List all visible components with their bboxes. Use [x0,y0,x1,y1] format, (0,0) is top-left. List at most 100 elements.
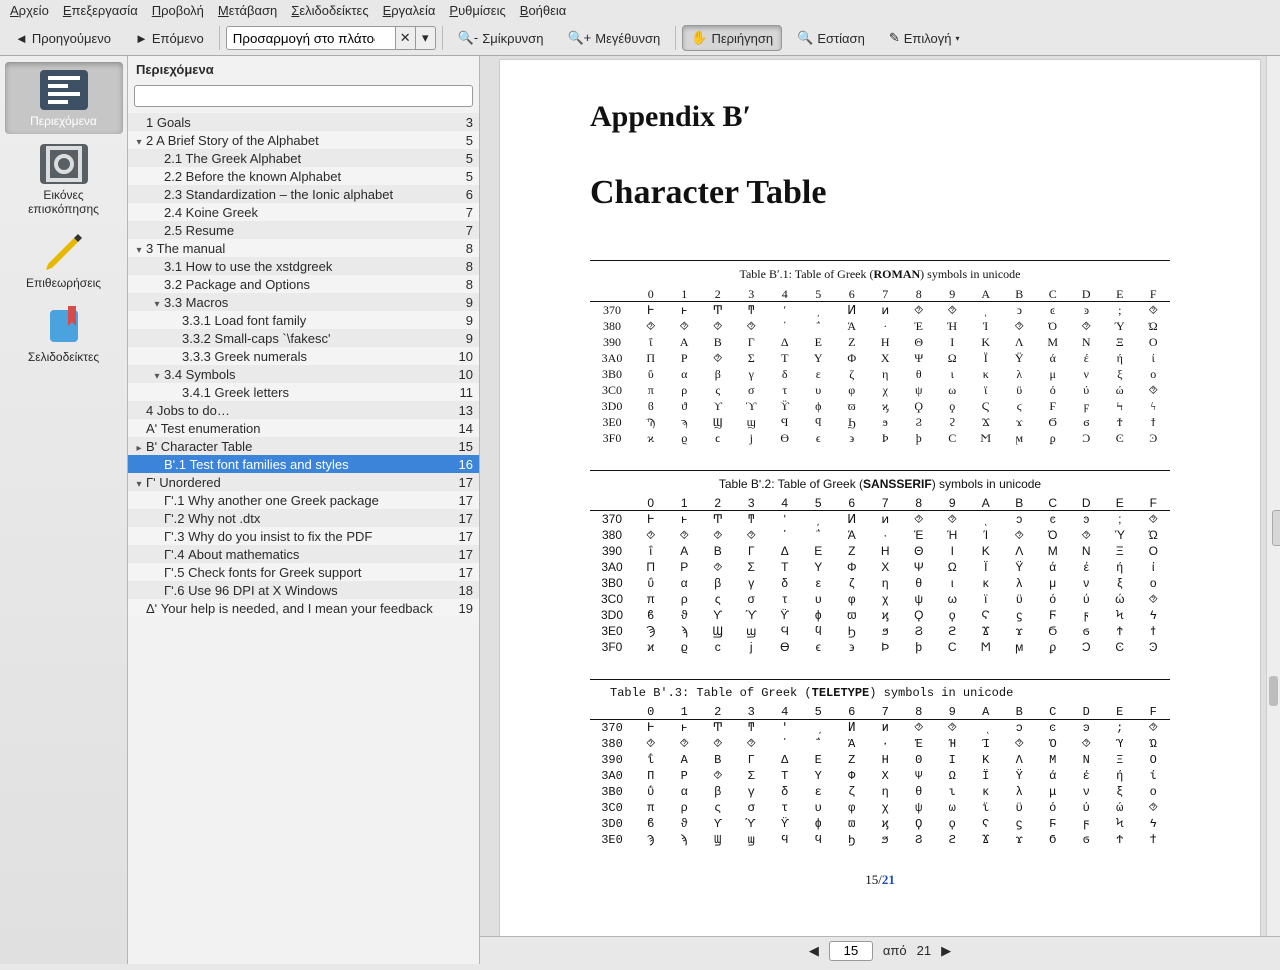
table1-caption: Table Bʹ.1: Table of Greek (ROMAN) symbo… [590,261,1170,286]
table3-caption: Table Bʹ.3: Table of Greek (TELETYPE) sy… [590,680,1170,704]
toc-item[interactable]: ▸Βʹ Character Table15 [128,437,479,455]
side-panel-handle[interactable] [1272,510,1280,546]
magnify-icon: 🔍 [797,30,813,46]
zoom-select[interactable]: ✕ ▾ [226,25,436,51]
browse-tool-button[interactable]: ✋ Περιήγηση [682,25,782,51]
prev-label: Προηγούμενο [32,31,111,46]
toc-item[interactable]: ▾2 A Brief Story of the Alphabet5 [128,131,479,149]
toc-item[interactable]: Αʹ Test enumeration14 [128,419,479,437]
toc-item[interactable]: Δʹ Your help is needed, and I mean your … [128,599,479,617]
page-prev-icon[interactable]: ◀ [809,943,819,959]
page: Appendix Bʹ Character Table Table Bʹ.1: … [500,60,1260,964]
toc-item[interactable]: ▾3.4 Symbols10 [128,365,479,383]
zoom-out-icon: 🔍- [458,30,479,46]
focus-tool-button[interactable]: 🔍 Εστίαση [788,25,874,51]
toc-item[interactable]: ▾3 The manual8 [128,239,479,257]
toc-item[interactable]: 3.3.3 Greek numerals10 [128,347,479,365]
hand-icon: ✋ [691,30,707,46]
tab-reviews-label: Επιθεωρήσεις [7,276,121,290]
toc-item[interactable]: ▾Γʹ Unordered17 [128,473,479,491]
menubar: Αρχείο Επεξεργασία Προβολή Μετάβαση Σελιδοδε… [0,0,1280,21]
menu-Ρυθμίσεις[interactable]: Ρυθμίσεις [449,3,505,18]
bookmark-icon [40,306,88,346]
tab-bookmarks[interactable]: Σελιδοδείκτες [5,298,123,370]
toc-tree[interactable]: 1 Goals3▾2 A Brief Story of the Alphabet… [128,113,479,964]
table2-caption: Table Bʹ.2: Table of Greek (SANSSERIF) s… [590,471,1170,495]
toc-item[interactable]: 2.5 Resume7 [128,221,479,239]
focus-label: Εστίαση [817,31,865,46]
toc-item[interactable]: Βʹ.1 Test font families and styles16 [128,455,479,473]
select-tool-button[interactable]: ✎ Επιλογή ▾ [880,25,969,51]
appendix-heading: Appendix Bʹ [590,100,1170,134]
toc-item[interactable]: 2.4 Koine Greek7 [128,203,479,221]
tab-contents[interactable]: Περιεχόμενα [5,62,123,134]
toc-item[interactable]: 3.1 How to use the xstdgreek8 [128,257,479,275]
toc-item[interactable]: 3.3.1 Load font family9 [128,311,479,329]
tab-reviews[interactable]: Επιθεωρήσεις [5,224,123,296]
table-sansserif: Table Bʹ.2: Table of Greek (SANSSERIF) s… [590,470,1170,655]
page-input[interactable] [829,941,873,961]
page-number: 15/21 [590,872,1170,888]
toc-item[interactable]: 3.2 Package and Options8 [128,275,479,293]
toc-item[interactable]: Γʹ.3 Why do you insist to fix the PDF17 [128,527,479,545]
next-label: Επόμενο [152,31,204,46]
toolbar: ◄ Προηγούμενο ► Επόμενο ✕ ▾ 🔍- Σμίκρυνση… [0,21,1280,56]
contents-icon [40,70,88,110]
thumbnails-icon [40,144,88,184]
zoom-out-button[interactable]: 🔍- Σμίκρυνση [449,25,553,51]
toc-item[interactable]: 1 Goals3 [128,113,479,131]
menu-Επεξεργασία[interactable]: Επεξεργασία [63,3,138,18]
table-roman: Table Bʹ.1: Table of Greek (ROMAN) symbo… [590,260,1170,446]
menu-Βοήθεια[interactable]: Βοήθεια [520,3,567,18]
menu-Σελιδοδείκτες[interactable]: Σελιδοδείκτες [291,3,368,18]
toc-item[interactable]: 2.1 The Greek Alphabet5 [128,149,479,167]
sidebar-tabs: Περιεχόμενα Εικόνες επισκόπησης Επιθεωρή… [0,56,128,964]
tab-thumbnails[interactable]: Εικόνες επισκόπησης [5,136,123,222]
toc-item[interactable]: 2.2 Before the known Alphabet5 [128,167,479,185]
arrow-left-icon: ◄ [15,31,28,46]
chapter-heading: Character Table [590,174,1170,212]
clear-zoom-icon[interactable]: ✕ [396,26,416,50]
toc-item[interactable]: 4 Jobs to do…13 [128,401,479,419]
select-label: Επιλογή [904,31,952,46]
zoom-in-label: Μεγέθυνση [595,31,660,46]
scrollbar-vertical[interactable] [1266,56,1280,936]
table-teletype: Table Bʹ.3: Table of Greek (TELETYPE) sy… [590,679,1170,848]
pencil-icon [40,232,88,272]
tab-thumbnails-label: Εικόνες επισκόπησης [7,188,121,216]
zoom-dropdown-icon[interactable]: ▾ [416,26,436,50]
toc-item[interactable]: Γʹ.5 Check fonts for Greek support17 [128,563,479,581]
status-bar: ◀ από 21 ▶ [480,936,1280,964]
page-next-icon[interactable]: ▶ [941,943,951,959]
toc-item[interactable]: ▾3.3 Macros9 [128,293,479,311]
next-button[interactable]: ► Επόμενο [126,26,213,51]
tab-contents-label: Περιεχόμενα [7,114,121,128]
tab-bookmarks-label: Σελιδοδείκτες [7,350,121,364]
arrow-right-icon: ► [135,31,148,46]
menu-Προβολή[interactable]: Προβολή [152,3,204,18]
select-icon: ✎ [889,30,900,46]
zoom-in-icon: 🔍+ [567,30,591,46]
menu-Εργαλεία[interactable]: Εργαλεία [383,3,436,18]
page-scroll[interactable]: Appendix Bʹ Character Table Table Bʹ.1: … [480,56,1280,964]
document-viewer: Appendix Bʹ Character Table Table Bʹ.1: … [480,56,1280,964]
toc-item[interactable]: Γʹ.6 Use 96 DPI at X Windows18 [128,581,479,599]
total-pages: 21 [917,943,931,958]
menu-Μετάβαση[interactable]: Μετάβαση [218,3,277,18]
toc-item[interactable]: Γʹ.2 Why not .dtx17 [128,509,479,527]
zoom-input[interactable] [226,26,396,50]
toc-item[interactable]: 3.4.1 Greek letters11 [128,383,479,401]
zoom-in-button[interactable]: 🔍+ Μεγέθυνση [558,25,669,51]
toc-item[interactable]: 3.3.2 Small-caps `\fakesc'9 [128,329,479,347]
menu-Αρχείο[interactable]: Αρχείο [10,3,49,18]
browse-label: Περιήγηση [711,31,773,46]
toc-item[interactable]: Γʹ.4 About mathematics17 [128,545,479,563]
toc-item[interactable]: Γʹ.1 Why another one Greek package17 [128,491,479,509]
toc-search-input[interactable] [134,85,473,107]
prev-button[interactable]: ◄ Προηγούμενο [6,26,120,51]
scrollbar-thumb[interactable] [1269,676,1278,706]
zoom-out-label: Σμίκρυνση [482,31,543,46]
of-label: από [883,943,907,958]
toc-item[interactable]: 2.3 Standardization – the Ionic alphabet… [128,185,479,203]
panel-title: Περιεχόμενα [128,56,479,83]
